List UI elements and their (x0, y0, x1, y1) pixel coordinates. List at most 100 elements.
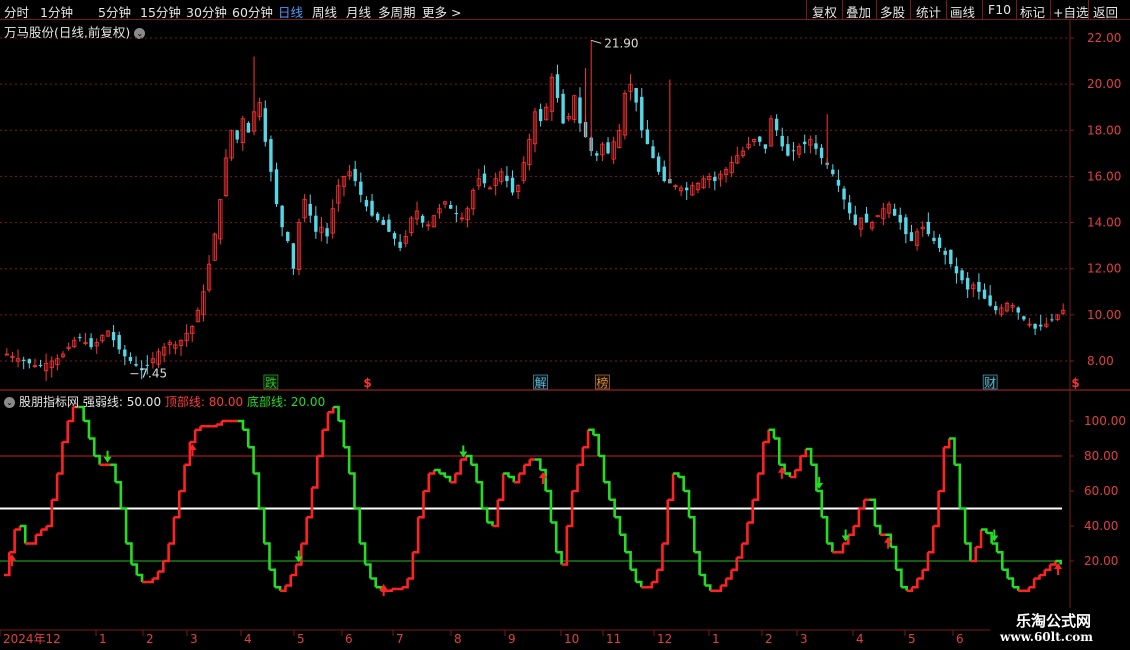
candle-body (111, 332, 116, 341)
strength-line-segment (428, 470, 436, 475)
strength-line-segment (301, 517, 308, 545)
strength-line-segment (550, 521, 558, 553)
strength-line-segment (110, 463, 117, 483)
candle-body (791, 150, 796, 152)
strength-line-segment (35, 529, 43, 537)
candle-body (89, 338, 93, 348)
candle-body (27, 359, 31, 364)
candle-body (1016, 307, 1020, 313)
candle-body (651, 146, 655, 158)
bottom-line-value: 20.00 (290, 395, 326, 409)
strength-line-segment (699, 573, 707, 586)
candle-body (353, 168, 357, 182)
candle-body (814, 143, 818, 149)
strength-line-segment (959, 507, 967, 544)
strength-line-segment (694, 550, 701, 575)
candle-body (977, 281, 981, 292)
candle-body (842, 188, 846, 200)
candle-body (831, 169, 835, 175)
strong-weak-label: 强弱线: (82, 395, 123, 409)
strength-line-segment (927, 526, 935, 554)
strength-line-segment (136, 573, 144, 582)
strength-line-segment (285, 575, 293, 587)
candle-body (555, 74, 560, 98)
price-tick-label: 14.00 (1087, 216, 1121, 230)
strength-line-segment (598, 454, 606, 483)
strength-line-segment (497, 473, 505, 502)
candle-body (269, 139, 273, 172)
candle-body (640, 96, 644, 131)
chart-canvas[interactable]: 8.0010.0012.0014.0016.0018.0020.0022.00 … (0, 0, 1130, 650)
strength-line-segment (290, 564, 298, 577)
strength-line-segment (327, 407, 335, 414)
candle-body (325, 228, 329, 237)
strength-line-series (4, 405, 1062, 593)
candle-body (662, 166, 666, 182)
strength-line-segment (938, 447, 946, 493)
candle-body (21, 359, 26, 361)
strength-line-segment (1039, 569, 1047, 577)
candle-body (932, 237, 936, 242)
strong-weak-value: 50.00 (126, 395, 162, 409)
price-markers: 21.90 7.45 (130, 36, 639, 381)
chevron-down-icon[interactable]: ⌄ (4, 397, 15, 408)
watermark: 乐淘公式网 www.60lt.com (990, 608, 1130, 650)
strength-line-segment (678, 475, 685, 491)
strength-line-segment (508, 475, 516, 483)
candle-body (595, 153, 599, 156)
top-line-label: 顶部线: (164, 395, 205, 409)
strength-line-segment (816, 489, 824, 518)
strength-line-segment (715, 585, 723, 593)
indicator-tick-label: 20.00 (1084, 554, 1118, 568)
strength-line-segment (412, 517, 420, 554)
time-tick-label: 7 (396, 632, 404, 646)
strength-line-segment (131, 563, 139, 575)
indicator-title[interactable]: ⌄ 股朋指标网 强弱线: 50.00 顶部线: 80.00 底部线: 20.00 (4, 393, 325, 410)
strength-line-segment (147, 578, 154, 584)
time-tick-label: 2024年12 (3, 632, 61, 646)
strength-line-segment (317, 429, 324, 458)
time-tick-label: 2 (765, 632, 773, 646)
strength-line-segment (630, 568, 638, 582)
strength-line-segment (869, 498, 877, 526)
time-axis: 2024年12 1 2 3 4 5 6 7 8 9 10 11 12 1 2 3 4 5 6 (0, 630, 964, 646)
candle-body (847, 202, 852, 214)
strength-line-segment (407, 552, 415, 580)
strength-line-segment (163, 543, 170, 563)
candle-body (314, 215, 318, 232)
candle-body (758, 136, 762, 142)
time-tick-label: 11 (606, 632, 621, 646)
candle-body (892, 208, 897, 216)
strength-line-segment (471, 463, 478, 483)
candle-body (803, 141, 807, 145)
strength-line-segment (120, 507, 128, 544)
candle-body (375, 213, 380, 221)
strength-line-segment (62, 421, 70, 444)
price-tick-label: 16.00 (1087, 169, 1121, 183)
time-tick-label: 2 (146, 632, 154, 646)
candle-body (713, 176, 717, 182)
price-tick-label: 22.00 (1087, 31, 1121, 45)
candle-body (926, 221, 931, 235)
candle-body (898, 214, 902, 223)
event-marker-dollar: $ (363, 376, 371, 390)
strength-line-segment (274, 585, 282, 591)
candle-body (364, 200, 369, 207)
candle-body (286, 231, 290, 242)
strength-line-segment (874, 524, 882, 535)
strength-line-segment (965, 542, 972, 561)
strength-line-segment (237, 419, 245, 430)
candle-body (128, 356, 133, 361)
strength-line-segment (943, 438, 951, 449)
candle-body (904, 217, 908, 235)
candle-body (38, 364, 43, 366)
candle-body (954, 266, 959, 274)
strength-line-segment (720, 578, 728, 587)
candle-body (482, 173, 487, 184)
candle-body (1033, 323, 1037, 329)
strength-line-segment (402, 578, 409, 589)
event-marker-text: 财 (984, 376, 996, 390)
strength-line-segment (519, 464, 526, 475)
candle-body (909, 232, 914, 242)
strength-line-segment (184, 442, 192, 467)
